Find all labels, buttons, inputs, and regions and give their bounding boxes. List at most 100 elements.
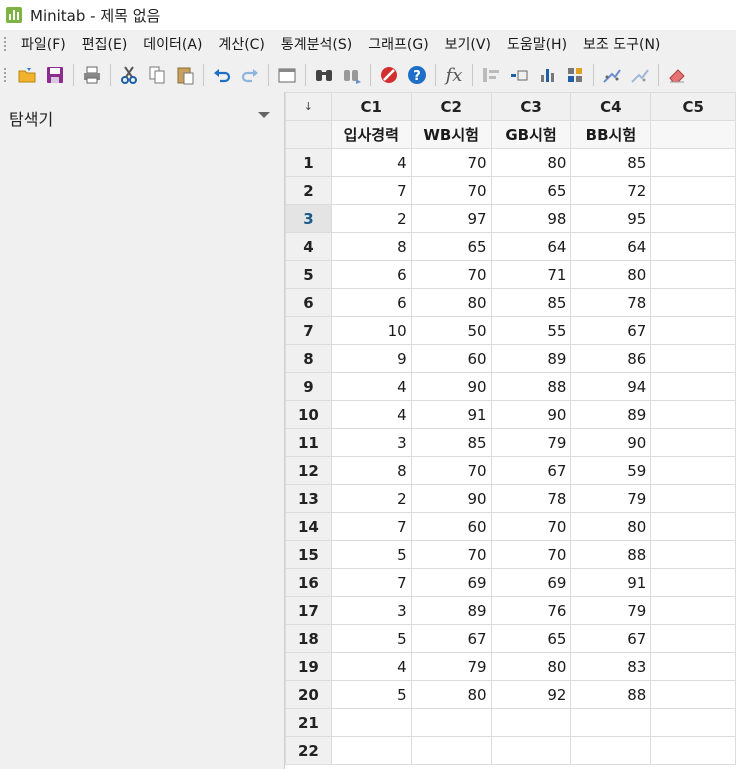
data-cell[interactable]: 67 [570, 624, 652, 653]
undo-icon[interactable] [211, 64, 233, 86]
col-name-c1[interactable]: 입사경력 [330, 120, 412, 149]
data-cell[interactable]: 65 [410, 232, 492, 261]
tool-5-icon[interactable] [601, 64, 623, 86]
help-icon[interactable]: ? [406, 64, 428, 86]
data-cell[interactable] [650, 512, 736, 541]
data-cell[interactable]: 2 [330, 484, 412, 513]
data-cell[interactable] [490, 708, 572, 737]
data-cell[interactable]: 70 [410, 456, 492, 485]
tool-1-icon[interactable] [480, 64, 502, 86]
data-cell[interactable]: 7 [330, 568, 412, 597]
col-header-c1[interactable]: C1 [330, 92, 412, 121]
data-cell[interactable]: 91 [410, 400, 492, 429]
row-header[interactable]: 22 [285, 736, 332, 765]
col-name-c3[interactable]: GB시험 [490, 120, 572, 149]
row-header[interactable]: 7 [285, 316, 332, 345]
row-header[interactable]: 19 [285, 652, 332, 681]
data-cell[interactable]: 71 [490, 260, 572, 289]
data-cell[interactable]: 64 [570, 232, 652, 261]
data-cell[interactable]: 79 [570, 596, 652, 625]
data-cell[interactable]: 94 [570, 372, 652, 401]
data-cell[interactable]: 59 [570, 456, 652, 485]
data-cell[interactable] [410, 708, 492, 737]
data-cell[interactable] [650, 372, 736, 401]
row-header[interactable]: 9 [285, 372, 332, 401]
data-cell[interactable] [650, 456, 736, 485]
tool-3-icon[interactable] [536, 64, 558, 86]
data-cell[interactable]: 8 [330, 232, 412, 261]
row-header[interactable]: 13 [285, 484, 332, 513]
data-cell[interactable]: 80 [570, 512, 652, 541]
data-cell[interactable]: 70 [410, 176, 492, 205]
col-header-c5[interactable]: C5 [650, 92, 736, 121]
row-header[interactable]: 18 [285, 624, 332, 653]
data-cell[interactable] [570, 708, 652, 737]
data-cell[interactable]: 88 [570, 540, 652, 569]
data-cell[interactable]: 78 [570, 288, 652, 317]
explorer-dropdown-icon[interactable] [258, 112, 270, 118]
menu-graph[interactable]: 그래프(G) [360, 34, 436, 54]
row-header[interactable]: 5 [285, 260, 332, 289]
data-cell[interactable]: 65 [490, 624, 572, 653]
data-cell[interactable]: 5 [330, 540, 412, 569]
col-header-c4[interactable]: C4 [570, 92, 652, 121]
menu-edit[interactable]: 편집(E) [74, 34, 136, 54]
data-cell[interactable] [650, 484, 736, 513]
data-cell[interactable]: 80 [410, 288, 492, 317]
data-cell[interactable]: 89 [570, 400, 652, 429]
row-header[interactable]: 1 [285, 148, 332, 177]
col-name-c5[interactable] [650, 120, 736, 149]
menu-file[interactable]: 파일(F) [13, 34, 74, 54]
data-cell[interactable]: 88 [570, 680, 652, 709]
menu-calc[interactable]: 계산(C) [210, 34, 272, 54]
find-icon[interactable] [313, 64, 335, 86]
data-cell[interactable]: 70 [410, 148, 492, 177]
data-cell[interactable]: 90 [410, 372, 492, 401]
data-cell[interactable] [330, 736, 412, 765]
find-next-icon[interactable] [341, 64, 363, 86]
data-cell[interactable]: 6 [330, 260, 412, 289]
row-header[interactable]: 15 [285, 540, 332, 569]
data-cell[interactable] [650, 148, 736, 177]
row-header[interactable]: 6 [285, 288, 332, 317]
data-cell[interactable]: 79 [410, 652, 492, 681]
data-cell[interactable]: 67 [570, 316, 652, 345]
data-cell[interactable] [650, 344, 736, 373]
menu-data[interactable]: 데이터(A) [135, 34, 210, 54]
data-cell[interactable] [650, 260, 736, 289]
data-cell[interactable]: 88 [490, 372, 572, 401]
data-cell[interactable]: 80 [490, 148, 572, 177]
row-header[interactable]: 17 [285, 596, 332, 625]
data-cell[interactable]: 67 [490, 456, 572, 485]
data-cell[interactable]: 4 [330, 372, 412, 401]
data-cell[interactable]: 97 [410, 204, 492, 233]
data-cell[interactable]: 90 [570, 428, 652, 457]
data-cell[interactable]: 65 [490, 176, 572, 205]
data-cell[interactable]: 85 [570, 148, 652, 177]
data-cell[interactable]: 80 [410, 680, 492, 709]
data-cell[interactable]: 79 [570, 484, 652, 513]
row-header[interactable]: 2 [285, 176, 332, 205]
data-cell[interactable]: 60 [410, 512, 492, 541]
row-header[interactable]: 12 [285, 456, 332, 485]
col-header-c3[interactable]: C3 [490, 92, 572, 121]
data-cell[interactable]: 89 [410, 596, 492, 625]
row-header[interactable]: 3 [285, 204, 332, 233]
open-icon[interactable] [16, 64, 38, 86]
data-cell[interactable] [650, 596, 736, 625]
data-cell[interactable]: 89 [490, 344, 572, 373]
data-cell[interactable]: 4 [330, 652, 412, 681]
col-name-c2[interactable]: WB시험 [410, 120, 492, 149]
data-cell[interactable]: 67 [410, 624, 492, 653]
data-cell[interactable] [650, 232, 736, 261]
data-cell[interactable]: 2 [330, 204, 412, 233]
cancel-icon[interactable] [378, 64, 400, 86]
data-cell[interactable]: 6 [330, 288, 412, 317]
data-cell[interactable] [650, 680, 736, 709]
data-cell[interactable]: 55 [490, 316, 572, 345]
data-cell[interactable]: 70 [410, 540, 492, 569]
data-cell[interactable]: 72 [570, 176, 652, 205]
data-cell[interactable]: 85 [490, 288, 572, 317]
menu-view[interactable]: 보기(V) [437, 34, 499, 54]
menu-stat[interactable]: 통계분석(S) [273, 34, 360, 54]
